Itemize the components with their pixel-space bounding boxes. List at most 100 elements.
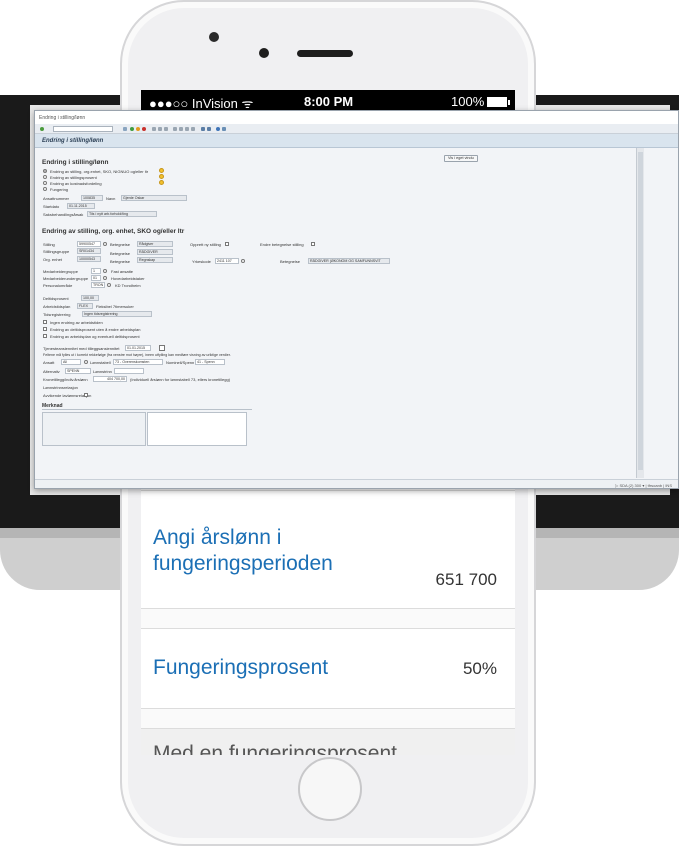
change-percent-label: Endring av deltidsprosent uten å endre a… <box>50 327 141 332</box>
seniority-label: Tjenesteansiennitet med tilleggsansienni… <box>43 346 120 351</box>
exit-icon[interactable] <box>136 127 140 131</box>
stage: ●●●○○ InVision ᯤ 8:00 PM 100% Angi årslø… <box>0 0 679 846</box>
work-schedule-field[interactable]: FLEX <box>77 303 93 309</box>
acting-percent-value: 50% <box>462 659 497 678</box>
employee-number-field[interactable]: 100835 <box>81 195 103 201</box>
position-desc-label: Betegnelse <box>110 242 131 247</box>
individual-salary-field[interactable]: 404 700,00 <box>93 376 127 382</box>
match-icon[interactable] <box>103 269 107 273</box>
screen-header: Endring i stilling/lønn <box>35 134 678 148</box>
org-unit-desc-field[interactable]: Regnskap <box>137 257 173 263</box>
cancel-icon[interactable] <box>142 127 146 131</box>
start-date-label: Startdato <box>43 204 60 209</box>
print-icon[interactable] <box>152 127 156 131</box>
acting-note-label: Med en fungeringsprosent <box>153 742 397 755</box>
employee-group-field[interactable]: 1 <box>91 268 101 274</box>
reason-field[interactable]: Tils i nytt arb.forhold/ting <box>87 211 157 217</box>
position-desc-field[interactable]: Rådgiver <box>137 241 173 247</box>
prev-page-icon[interactable] <box>179 127 183 131</box>
employee-subgroup-label: Medarbeiderundergruppe <box>43 276 89 281</box>
remark-input[interactable] <box>147 412 247 446</box>
create-position-checkbox[interactable] <box>225 242 229 246</box>
option-radio-position[interactable] <box>43 169 47 173</box>
clock-label: 8:00 PM <box>304 94 354 109</box>
name-field[interactable]: Gjerde Oskar <box>121 195 187 201</box>
new-session-icon[interactable] <box>201 127 205 131</box>
first-page-icon[interactable] <box>173 127 177 131</box>
match-icon[interactable] <box>103 242 107 246</box>
find-icon[interactable] <box>158 127 162 131</box>
home-button[interactable] <box>298 757 362 821</box>
match-icon[interactable] <box>103 276 107 280</box>
change-desc-checkbox[interactable] <box>311 242 315 246</box>
shortcut-icon[interactable] <box>207 127 211 131</box>
screen-header-title: Endring i stilling/lønn <box>42 138 104 144</box>
open-in-window-button[interactable]: Vis i eget vindu <box>444 155 478 162</box>
alternative-field[interactable]: SPENN <box>65 368 91 374</box>
match-icon[interactable] <box>107 283 111 287</box>
position-group-field[interactable]: SR01434 <box>77 248 101 254</box>
individual-salary-note: (Individuell årslønn for lønnstabell 73,… <box>130 377 231 382</box>
check-icon[interactable] <box>40 127 44 131</box>
nominal-field[interactable]: 41 - Spenn <box>195 359 225 365</box>
org-unit-field[interactable]: 10000543 <box>77 256 101 262</box>
change-schedule-checkbox[interactable] <box>43 334 47 338</box>
employee-number-label: Ansattnummer <box>43 196 70 201</box>
position-group-label: Stillingsgruppe <box>43 249 70 254</box>
position-field[interactable]: 59900547 <box>77 241 101 247</box>
remark-history-box <box>42 412 146 446</box>
option-radio-cost[interactable] <box>43 181 47 185</box>
employee-subgroup-field[interactable]: 01 <box>91 275 101 281</box>
option-radio-acting[interactable] <box>43 187 47 191</box>
phone-sensor-icon <box>259 48 269 58</box>
employee-group-label: Medarbeidergruppe <box>43 269 78 274</box>
back-icon[interactable] <box>130 127 134 131</box>
acting-note-row: Med en fungeringsprosent <box>141 728 515 755</box>
time-registration-label: Tidsregistrering <box>43 312 71 317</box>
toolbar <box>35 124 678 134</box>
part-time-field[interactable]: 100,00 <box>81 295 99 301</box>
save-icon[interactable] <box>123 127 127 131</box>
next-page-icon[interactable] <box>185 127 189 131</box>
annual-salary-row[interactable]: Angi årslønn i fungeringsperioden 651 70… <box>141 490 515 608</box>
status-bar-sap: ▷ SDA (2) 300 ▾ | tfrsoanb | INS <box>35 479 678 488</box>
row-divider <box>141 708 515 728</box>
change-percent-checkbox[interactable] <box>43 327 47 331</box>
command-field[interactable] <box>53 126 113 132</box>
acting-percent-row[interactable]: Fungeringsprosent 50% <box>141 628 515 708</box>
seniority-field[interactable]: 01.01.2015 <box>125 345 151 351</box>
low-wage-checkbox[interactable] <box>84 393 88 397</box>
time-registration-field[interactable]: Ingen tidsregistrering <box>82 311 152 317</box>
occupation-code-field[interactable]: 2411 107 <box>215 258 239 264</box>
find-next-icon[interactable] <box>164 127 168 131</box>
employee-type-field[interactable]: All <box>61 359 81 365</box>
change-desc-label: Endre betegnelse stilling <box>260 242 304 247</box>
work-schedule-text: Fleksibel 7timersuker <box>96 304 134 309</box>
smiley-icon <box>159 174 164 179</box>
remark-divider <box>42 409 252 410</box>
reason-label: Saksbehandlingsårsak <box>43 212 84 217</box>
scrollbar-thumb[interactable] <box>638 152 643 470</box>
fill-order-note: Feltene må fylles ut i korrekt rekkefølg… <box>43 353 231 357</box>
salary-table-label: Lønnstabell <box>90 360 111 365</box>
calendar-icon[interactable] <box>159 345 165 351</box>
name-label: Navn <box>106 196 116 201</box>
option-radio-percent[interactable] <box>43 175 47 179</box>
salary-step-field[interactable] <box>114 368 144 374</box>
match-icon[interactable] <box>241 259 245 263</box>
position-group-desc-field[interactable]: RÅDGIVER <box>137 249 173 255</box>
last-page-icon[interactable] <box>191 127 195 131</box>
start-date-field[interactable]: 01.11.2015 <box>67 203 95 209</box>
salary-table-field[interactable]: 73 - Overenskomsten <box>113 359 163 365</box>
personnel-area-field[interactable]: TRON <box>91 282 105 288</box>
vertical-scrollbar[interactable] <box>636 148 644 478</box>
option-label-position: Endring av stilling, org.enhet, SKO, NIG… <box>50 169 149 174</box>
org-unit-label: Org. enhet <box>43 257 62 262</box>
match-icon[interactable] <box>84 360 88 364</box>
occupation-desc-field[interactable]: RÅDGIVER (ØKONOM OG SAMFUNNSVIT <box>308 258 390 264</box>
help-icon[interactable] <box>216 127 220 131</box>
change-schedule-label: Endring av arbeidsplan og eventuell delt… <box>50 334 140 339</box>
layout-icon[interactable] <box>222 127 226 131</box>
option-label-acting: Fungering <box>50 187 69 192</box>
no-change-checkbox[interactable] <box>43 320 47 324</box>
